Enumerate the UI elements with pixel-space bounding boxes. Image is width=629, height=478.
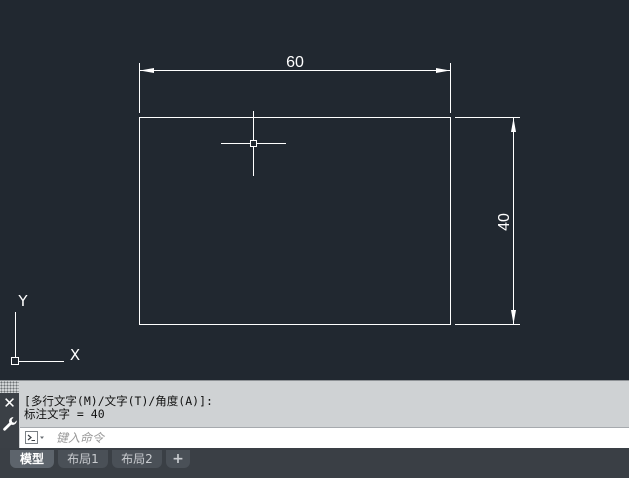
horizontal-dimension-text: 60 [286, 54, 304, 71]
ucs-icon [11, 312, 64, 365]
arrow-up-icon [511, 118, 516, 132]
tab-model[interactable]: 模型 [10, 450, 54, 468]
close-icon[interactable]: ✕ [0, 394, 19, 412]
crosshair-cursor-icon [221, 111, 286, 176]
command-prompt-icon[interactable] [25, 431, 45, 445]
history-line: [多行文字(M)/文字(T)/角度(A)]: [24, 394, 213, 408]
history-line: 标注文字 = 40 [24, 407, 105, 421]
vertical-dimension-text: 40 [496, 213, 513, 231]
command-input-row [20, 427, 629, 449]
wrench-icon[interactable] [1, 415, 19, 433]
layout-tab-bar: 模型 布局1 布局2 + [0, 448, 629, 478]
arrow-right-icon [436, 68, 450, 73]
add-layout-button[interactable]: + [166, 450, 190, 468]
command-line-panel: ✕ [多行文字(M)/文字(T)/角度(A)]: 标注文字 = 40 [0, 380, 629, 449]
drawing-canvas[interactable]: 60 40 Y X [0, 0, 629, 380]
panel-grip-handle[interactable] [0, 381, 19, 393]
ucs-y-label: Y [17, 292, 28, 310]
command-input[interactable] [56, 429, 616, 446]
arrow-down-icon [511, 310, 516, 324]
rectangle-entity[interactable] [139, 117, 451, 325]
tab-layout2[interactable]: 布局2 [112, 450, 162, 468]
tab-layout1[interactable]: 布局1 [58, 450, 108, 468]
command-history: [多行文字(M)/文字(T)/角度(A)]: 标注文字 = 40 [24, 395, 624, 421]
ucs-x-label: X [70, 346, 80, 364]
arrow-left-icon [140, 68, 154, 73]
